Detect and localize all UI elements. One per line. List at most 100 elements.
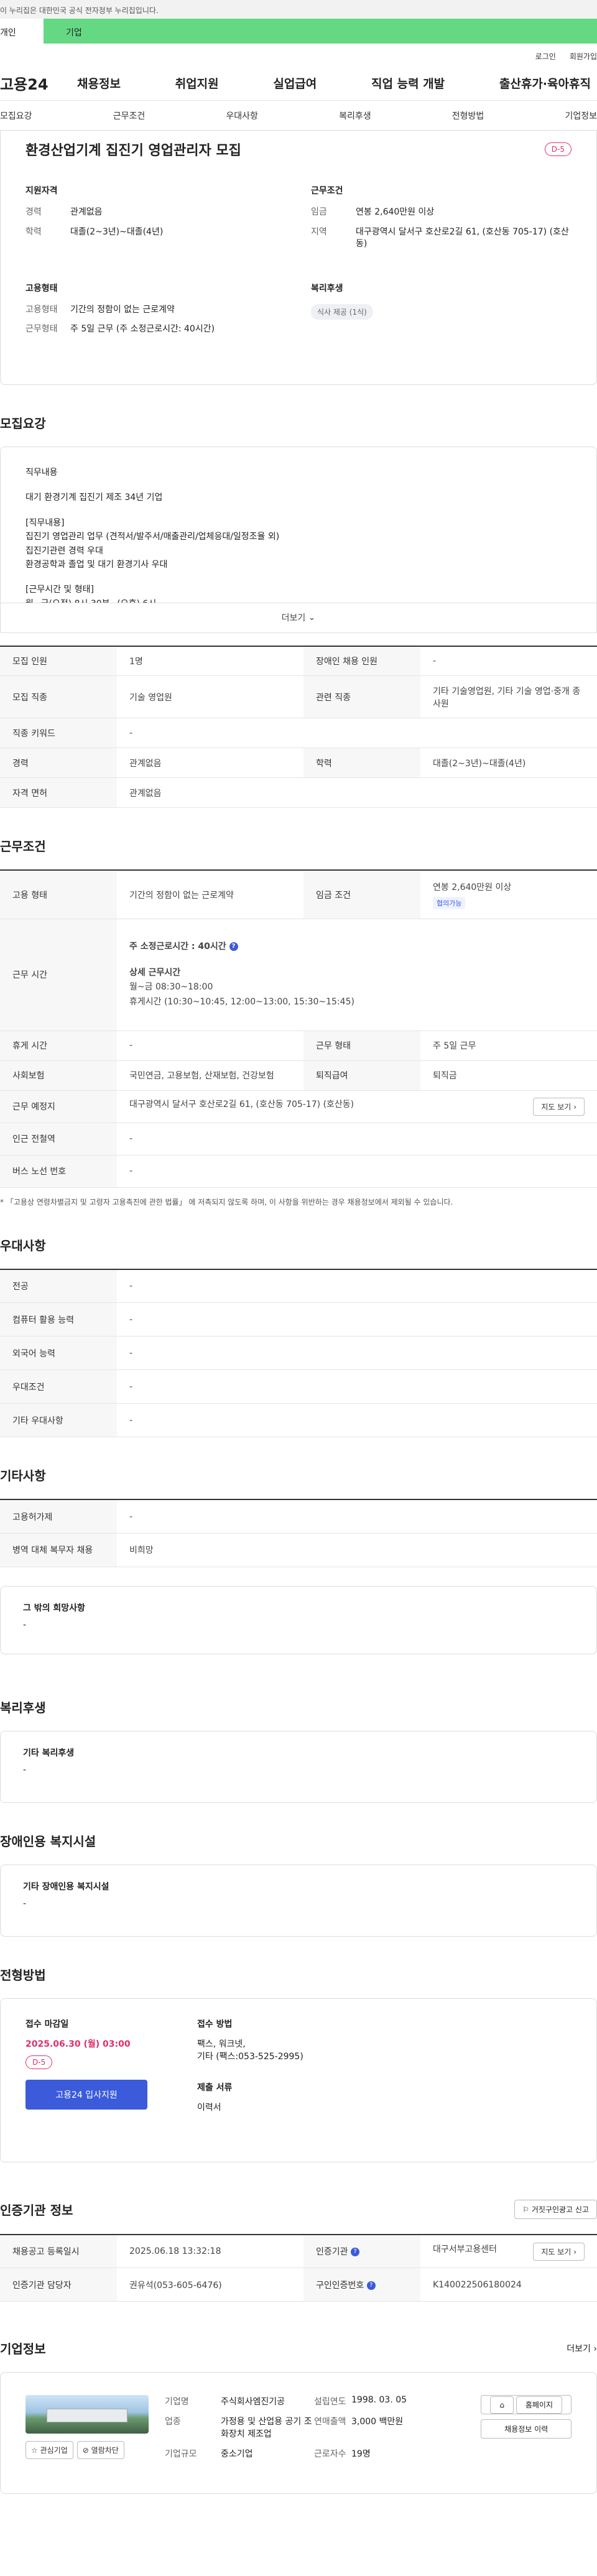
dday-badge: D-5 [544,142,572,156]
anchor-work[interactable]: 근무조건 [113,109,146,122]
major-value: - [117,1268,597,1304]
agency-map-button[interactable]: 지도 보기 › [533,2242,585,2261]
home-icon: ⌂ [490,2396,514,2414]
agency-head: 인증기관 정보 ⚐ 거짓구인광고 신고 [0,2199,597,2219]
block-icon: ⊘ [82,2446,89,2455]
global-nav: 고용24 채용정보 취업지원 실업급여 직업 능력 개발 출산휴가·육아휴직 [0,66,597,101]
edu-value: 대졸(2~3년)~대졸(4년) [70,226,164,237]
edu-key: 학력 [25,226,42,237]
anchor-pref[interactable]: 우대사항 [226,109,258,122]
welfare-section: 복리후생 기타 복리후생 - [0,1654,597,1803]
severance-key: 퇴직급여 [303,1060,420,1091]
table-row: 사회보험 국민연금, 고용보험, 산재보험, 건강보험 퇴직급여 퇴직금 [0,1060,597,1091]
tab-individual[interactable]: 개인 [0,19,44,44]
work-form-value: 주 5일 근무 [420,1031,597,1061]
employment-type-row: 고용형태 기간의 정함이 없는 근로계약 [25,304,286,317]
company-size-value: 중소기업 [221,2449,253,2460]
wage-row: 임금 연봉 2,640만원 이상 [311,206,572,219]
est-value: 1998. 03. 05 [351,2395,407,2406]
anchor-welfare[interactable]: 복리후생 [339,109,371,122]
apply-card: 접수 마감일 2025.06.30 (월) 03:00 D-5 고용24 입사지… [0,1998,597,2162]
language-key: 외국어 능력 [0,1336,117,1371]
chevron-down-icon: ⌄ [308,613,316,623]
anchor-process[interactable]: 전형방법 [452,109,484,122]
disabled-card-heading: 기타 장애인용 복지시설 [23,1881,109,1892]
title-row: 환경산업기계 집진기 영업관리자 모집 D-5 [25,139,572,159]
process-heading: 전형방법 [0,1967,46,1983]
login-link[interactable]: 로그인 [535,51,556,66]
info-icon[interactable]: ? [229,942,238,951]
table-row: 직종 키워드 - [0,718,597,749]
related-job-value: 기타 기술영업원, 기타 기술 영업·중개 종사원 [420,675,597,719]
gnb-item-training[interactable]: 직업 능력 개발 [371,75,445,91]
job-history-button[interactable]: 채용정보 이력 [481,2419,572,2439]
duty-line-3: 집진기 영업관리 업무 (견적서/발주서/매출관리/업체응대/일정조율 외) [25,532,280,542]
utility-bar: 로그인 회원가입 [0,44,597,66]
permit-key: 고용허가제 [0,1499,117,1534]
career-key: 경력 [25,207,42,217]
insurance-key: 사회보험 [0,1060,117,1091]
employment-form-heading: 고용형태 [25,283,58,294]
related-job-key: 관련 직종 [303,675,420,719]
rest-key: 휴게 시간 [0,1031,117,1061]
signup-link[interactable]: 회원가입 [570,51,597,66]
work-table: 고용 형태 기간의 정함이 없는 근로계약 임금 조건 연봉 2,640만원 이상… [0,869,597,1188]
org-value: 대구서부고용센터 [433,2244,497,2254]
cert-no-value: K140022506180024 [420,2268,597,2302]
apply-button[interactable]: 고용24 입사지원 [25,2079,147,2110]
company-info: 기업명 주식회사엠진기공 설립연도 1998. 03. 05 업종 가정용 및 산업용… [165,2395,420,2481]
block-view-button[interactable]: ⊘ 열람차단 [76,2441,124,2460]
duty-more-button[interactable]: 더보기 ⌄ [0,603,597,633]
homepage-button[interactable]: ⌂ 홈페이지 [481,2395,572,2415]
language-value: - [117,1336,597,1371]
table-row: 고용 형태 기간의 정함이 없는 근로계약 임금 조건 연봉 2,640만원 이상… [0,869,597,919]
table-row: 외국어 능력 - [0,1336,597,1371]
rest-value: - [117,1031,303,1061]
duty-line-5: 환경공학과 졸업 및 대기 환경기사 우대 [25,559,168,570]
info-icon[interactable]: ? [366,2281,376,2290]
manager-value: 권유석(053-605-6476) [117,2268,303,2302]
table-row: 근무 시간 주 소정근로시간 : 40시간 ? 상세 근무시간 월~금 08:3… [0,919,597,1031]
report-button[interactable]: ⚐ 거짓구인광고 신고 [514,2199,597,2219]
gnb-item-jobs[interactable]: 채용정보 [77,75,121,91]
company-name-value: 주식회사엠진기공 [221,2397,285,2407]
anchor-recruit[interactable]: 모집요강 [0,109,32,122]
etc-table: 고용허가제 - 병역 대체 복무자 채용 비희망 [0,1499,597,1567]
map-button-label: 지도 보기 [541,1102,572,1111]
site-logo[interactable]: 고용24 [0,72,77,94]
job-key: 모집 직종 [0,675,117,719]
favorite-company-button[interactable]: ☆ 관심기업 [25,2441,73,2460]
method-heading: 접수 방법 [197,2019,233,2029]
military-value: 비희망 [117,1533,597,1567]
map-button[interactable]: 지도 보기 › [533,1097,585,1116]
table-row: 자격 면허 관계없음 [0,777,597,808]
table-row: 병역 대체 복무자 채용 비희망 [0,1533,597,1567]
table-row: 경력 관계없음 학력 대졸(2~3년)~대졸(4년) [0,748,597,779]
anchor-company[interactable]: 기업정보 [565,109,597,122]
homepage-label: 홈페이지 [516,2396,562,2414]
place-key: 근무 예정지 [0,1090,117,1123]
insurance-value: 국민연금, 고용보험, 산재보험, 건강보험 [117,1060,303,1091]
place-cell: 대구광역시 달서구 호산로2길 61, (호산동 705-17) (호산동) 지도… [117,1090,597,1123]
work-type-key: 근무형태 [25,324,58,335]
duty-line-4: 집진기관련 경력 우대 [25,545,103,556]
apply-left: 접수 마감일 2025.06.30 (월) 03:00 D-5 고용24 입사지… [25,2018,147,2143]
place-value: 대구광역시 달서구 호산로2길 61, (호산동 705-17) (호산동) [129,1099,354,1110]
info-icon[interactable]: ? [350,2248,359,2257]
company-head: 기업정보 더보기 › [0,2339,597,2357]
gnb-item-unemployment[interactable]: 실업급여 [273,75,317,91]
disabled-section: 장애인용 복지시설 기타 장애인용 복지시설 - [0,1803,597,1937]
table-row: 전공 - [0,1268,597,1304]
company-more-link[interactable]: 더보기 › [567,2342,597,2355]
gnb-item-leave[interactable]: 출산휴가·육아휴직 [499,75,591,91]
gnb-item-employment-support[interactable]: 취업지원 [175,75,219,91]
region-row: 지역 대구광역시 달서구 호산로2길 61, (호산동 705-17) (호산동) [311,226,572,251]
pref-section: 우대사항 전공 - 컴퓨터 활용 능력 - 외국어 능력 - 우대조건 - 기타 우대사… [0,1207,597,1438]
org-key-cell: 인증기관 ? [303,2233,420,2269]
tab-company[interactable]: 기업 [44,19,597,44]
apply-right: 접수 방법 팩스, 워크넷, 기타 (팩스:053-525-2995) 제출 서… [197,2018,303,2143]
wage-cond-key: 임금 조건 [303,869,420,919]
edu-row: 학력 대졸(2~3년)~대졸(4년) [25,226,286,239]
employees-key: 근로자수 [314,2449,346,2460]
recruit-section: 모집요강 직무내용 대기 환경기계 집진기 제조 34년 기업 [직무내용] 집… [0,385,597,808]
